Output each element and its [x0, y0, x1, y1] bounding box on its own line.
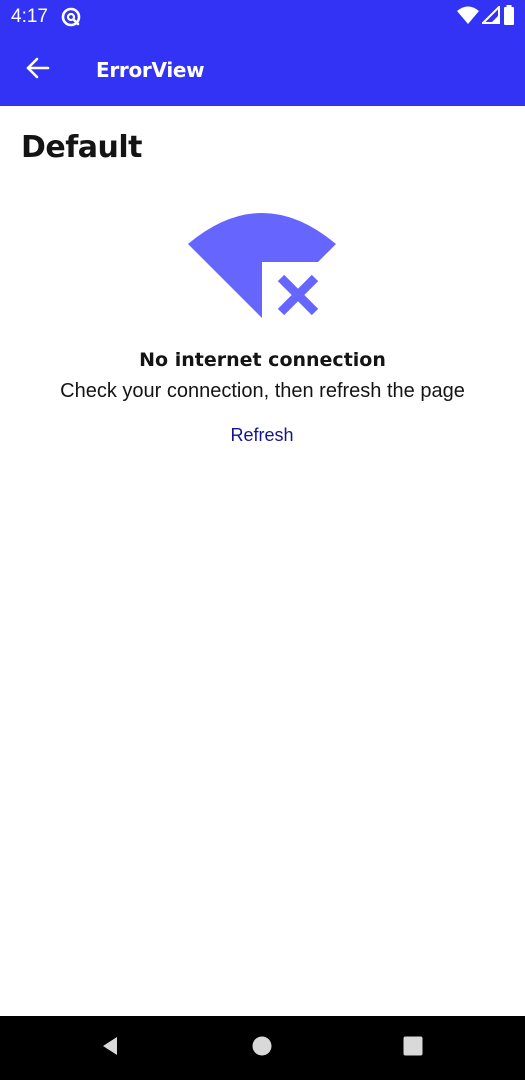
status-bar: 4:17 [0, 0, 525, 34]
wifi-icon [457, 6, 479, 29]
status-time: 4:17 [11, 6, 48, 27]
notification-at-icon [60, 6, 82, 28]
status-icons [457, 4, 515, 30]
refresh-button[interactable]: Refresh [212, 418, 312, 452]
navigation-bar [0, 1016, 525, 1080]
app-bar: ErrorView [0, 34, 525, 106]
battery-icon [503, 4, 515, 30]
home-circle-icon [251, 1035, 273, 1062]
nav-home-button[interactable] [246, 1032, 278, 1064]
error-title: No internet connection [139, 349, 386, 371]
nav-back-button[interactable] [94, 1032, 126, 1064]
nav-recents-button[interactable] [397, 1032, 429, 1064]
section-title: Default [21, 130, 143, 165]
back-triangle-icon [99, 1035, 121, 1062]
screen: 4:17 ErrorView Default No internet conne… [0, 0, 525, 1080]
arrow-back-icon [25, 55, 51, 86]
app-title: ErrorView [96, 58, 205, 82]
signal-icon [480, 4, 500, 29]
wifi-off-icon [186, 210, 338, 322]
back-button[interactable] [14, 46, 62, 94]
error-message: Check your connection, then refresh the … [60, 380, 465, 402]
recents-square-icon [402, 1035, 424, 1062]
